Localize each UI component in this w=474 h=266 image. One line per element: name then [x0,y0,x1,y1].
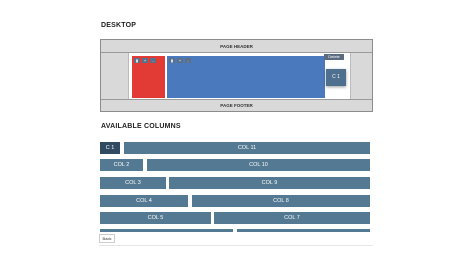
column-option-partial-left[interactable] [100,229,233,232]
column-option-col2[interactable]: COL 2 [100,159,143,171]
column-option-c1[interactable]: C 1 [100,142,120,154]
page-body-region: ▮ + - ▮ + - [128,53,351,100]
column-option-col5[interactable]: COL 5 [100,212,211,224]
shrink-icon[interactable]: - [150,58,156,63]
column-option-col8[interactable]: COL 8 [192,195,370,207]
column-option-col9[interactable]: COL 9 [169,177,370,189]
page-header-region: PAGE HEADER [101,40,372,53]
back-button[interactable]: Back [99,234,115,243]
divider [99,245,373,246]
column-option-col3[interactable]: COL 3 [100,177,166,189]
column-block-blue[interactable]: ▮ + - [167,56,325,98]
column-controls: ▮ + - [169,58,191,63]
available-columns-title: AVAILABLE COLUMNS [101,123,181,130]
drag-handle-icon[interactable]: ▮ [134,58,140,63]
column-controls: ▮ + - [134,58,156,63]
delete-button[interactable]: Delete [324,54,344,60]
page-footer-region: PAGE FOOTER [101,99,372,111]
column-block-red[interactable]: ▮ + - [132,56,165,98]
drag-handle-icon[interactable]: ▮ [169,58,175,63]
column-option-col11[interactable]: COL 11 [124,142,370,154]
desktop-section-title: DESKTOP [101,22,137,29]
column-option-col10[interactable]: COL 10 [147,159,370,171]
column-option-partial-right[interactable] [237,229,370,232]
dragged-column-chip[interactable]: C 1 [326,69,346,86]
column-option-col4[interactable]: COL 4 [100,195,188,207]
expand-icon[interactable]: + [142,58,148,63]
expand-icon[interactable]: + [177,58,183,63]
shrink-icon[interactable]: - [185,58,191,63]
column-option-col7[interactable]: COL 7 [214,212,370,224]
